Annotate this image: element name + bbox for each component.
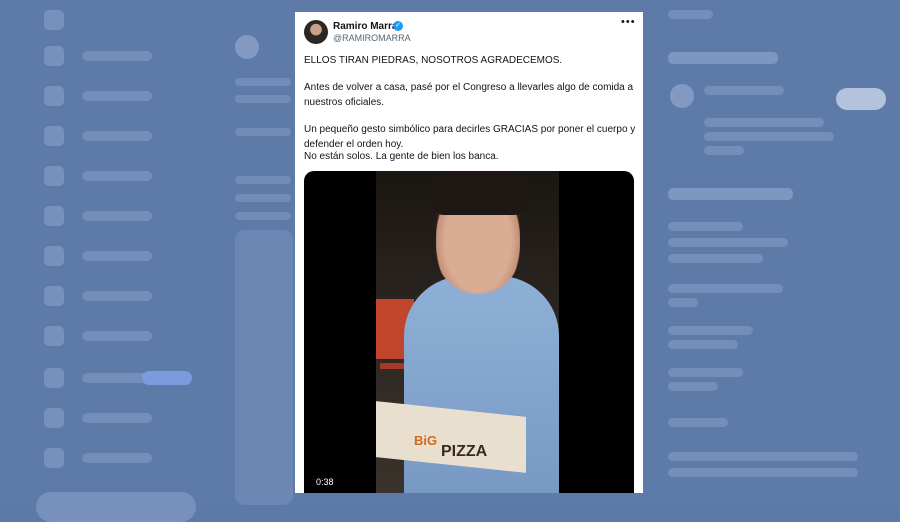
- background-sidebar: [0, 0, 225, 522]
- bg-media: [235, 230, 293, 505]
- bg-line: [235, 212, 291, 220]
- bg-heading: [668, 188, 793, 200]
- bg-nav-item: [44, 368, 152, 388]
- bg-line: [668, 418, 728, 427]
- bg-badge: [142, 371, 192, 385]
- pizza-box-brand: BiG: [414, 433, 438, 448]
- bg-nav-item: [44, 408, 152, 428]
- video-timestamp: 0:38: [316, 477, 334, 487]
- bg-nav-item: [44, 46, 152, 66]
- bg-line: [668, 298, 698, 307]
- bg-nav-item: [44, 326, 152, 346]
- bg-line: [668, 340, 738, 349]
- person-hair: [430, 171, 528, 215]
- bg-line: [668, 238, 788, 247]
- bg-line: [668, 284, 783, 293]
- pizza-box-label: PIZZA: [441, 443, 488, 460]
- video-player[interactable]: BiG PIZZA 0:38: [304, 171, 634, 493]
- bg-line: [668, 254, 763, 263]
- bg-nav-item: [44, 448, 152, 468]
- tweet-text-paragraph2: Antes de volver a casa, pasé por el Cong…: [304, 82, 634, 108]
- tweet-text-paragraph3b: No están solos. La gente de bien los ban…: [304, 151, 499, 162]
- bg-nav-item: [44, 126, 152, 146]
- tweet-card: Ramiro Marra ✓ @RAMIROMARRA ••• ELLOS TI…: [295, 12, 643, 493]
- bg-line: [704, 132, 834, 141]
- tweet-text-paragraph3a: Un pequeño gesto simbólico para decirles…: [304, 124, 636, 150]
- avatar[interactable]: [304, 20, 328, 44]
- bg-line: [235, 78, 291, 86]
- bg-line: [704, 118, 824, 127]
- bg-line: [235, 176, 291, 184]
- bg-nav-item: [44, 286, 152, 306]
- bg-avatar: [235, 35, 259, 59]
- bg-line: [668, 452, 858, 461]
- video-frame: BiG PIZZA: [376, 171, 559, 493]
- bg-line: [235, 194, 291, 202]
- bg-line: [668, 222, 743, 231]
- bg-line: [668, 468, 858, 477]
- bg-avatar: [670, 84, 694, 108]
- more-options-icon[interactable]: •••: [621, 16, 636, 28]
- bg-follow-button: [836, 88, 886, 110]
- bg-line: [704, 146, 744, 155]
- bg-line: [668, 368, 743, 377]
- bg-line: [668, 10, 713, 19]
- bg-nav-item: [44, 166, 152, 186]
- display-name[interactable]: Ramiro Marra: [333, 21, 397, 32]
- bg-nav-item: [44, 246, 152, 266]
- tweet-text-line1: ELLOS TIRAN PIEDRAS, NOSOTROS AGRADECEMO…: [304, 55, 563, 66]
- bg-line: [704, 86, 784, 95]
- bg-line: [668, 382, 718, 391]
- verified-badge-icon: ✓: [393, 21, 403, 31]
- bg-heading: [668, 52, 778, 64]
- bg-nav-item: [44, 206, 152, 226]
- bg-post-button: [36, 492, 196, 522]
- bg-line: [235, 128, 291, 136]
- bg-nav-item: [44, 86, 152, 106]
- bg-line: [668, 326, 753, 335]
- bg-line: [235, 95, 291, 103]
- bg-logo: [44, 10, 64, 30]
- user-handle[interactable]: @RAMIROMARRA: [333, 33, 411, 43]
